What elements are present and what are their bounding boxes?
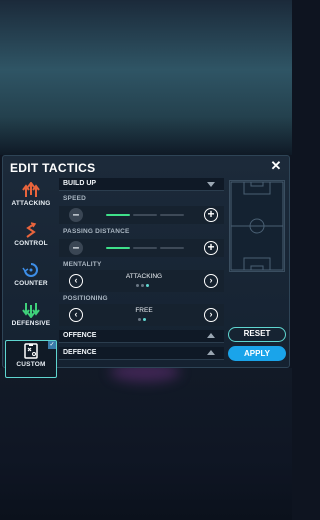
passing-distance-increase-button[interactable]: +: [204, 241, 218, 255]
selected-check-icon: ✓: [48, 341, 56, 349]
build-up-title: BUILD UP: [63, 180, 97, 187]
mentality-page-dot: [146, 284, 149, 287]
speed-level-segment: [160, 214, 184, 216]
defence-title: DEFENCE: [63, 349, 97, 356]
speed-row: – +: [59, 206, 224, 224]
counter-swirl-icon: [22, 263, 38, 277]
sidebar-item-custom[interactable]: ✓ CUSTOM: [5, 340, 57, 378]
sidebar-item-label: CUSTOM: [16, 361, 46, 368]
attacking-arrows-icon: [22, 182, 40, 197]
positioning-page-dot: [138, 318, 141, 321]
sidebar-item-label: ATTACKING: [11, 200, 51, 207]
passing-level-segment: [106, 247, 130, 249]
sidebar-item-defensive[interactable]: DEFENSIVE: [5, 300, 57, 338]
speed-increase-button[interactable]: +: [204, 208, 218, 222]
mentality-page-dot: [136, 284, 139, 287]
defence-section-header[interactable]: DEFENCE: [59, 347, 224, 360]
sidebar-item-label: COUNTER: [14, 280, 48, 287]
passing-distance-row: – +: [59, 239, 224, 257]
sidebar-item-control[interactable]: CONTROL: [5, 220, 57, 258]
background-bottom: [0, 368, 292, 520]
positioning-value: FREE: [135, 307, 153, 314]
positioning-prev-button[interactable]: ‹: [69, 308, 83, 322]
build-up-section-header[interactable]: BUILD UP: [59, 178, 224, 191]
apply-button[interactable]: APPLY: [228, 346, 286, 361]
pitch-diagram: [230, 181, 284, 271]
chevron-down-icon: [207, 182, 215, 187]
positioning-row: ‹ FREE ›: [59, 304, 224, 326]
passing-level-segment: [133, 247, 157, 249]
close-icon[interactable]: ✕: [269, 159, 283, 173]
mentality-label: MENTALITY: [63, 261, 102, 268]
custom-board-icon: [24, 343, 38, 359]
mentality-prev-button[interactable]: ‹: [69, 274, 83, 288]
pitch-preview: [229, 180, 285, 272]
mentality-next-button[interactable]: ›: [204, 274, 218, 288]
chevron-up-icon: [207, 333, 215, 338]
passing-level-segment: [160, 247, 184, 249]
passing-distance-decrease-button[interactable]: –: [69, 241, 83, 255]
speed-level-segment: [106, 214, 130, 216]
speed-level-segment: [133, 214, 157, 216]
reset-button[interactable]: RESET: [228, 327, 286, 342]
modal-title: EDIT TACTICS: [10, 161, 96, 175]
sidebar-item-counter[interactable]: COUNTER: [5, 260, 57, 298]
sidebar-item-label: CONTROL: [14, 240, 48, 247]
positioning-next-button[interactable]: ›: [204, 308, 218, 322]
offence-title: OFFENCE: [63, 332, 97, 339]
mentality-page-dot: [141, 284, 144, 287]
passing-distance-label: PASSING DISTANCE: [63, 228, 130, 235]
speed-decrease-button[interactable]: –: [69, 208, 83, 222]
positioning-label: POSITIONING: [63, 295, 108, 302]
background-top: [0, 0, 292, 155]
mentality-row: ‹ ATTACKING ›: [59, 270, 224, 292]
chevron-up-icon: [207, 350, 215, 355]
speed-label: SPEED: [63, 195, 87, 202]
positioning-page-dot: [143, 318, 146, 321]
sidebar-item-attacking[interactable]: ATTACKING: [5, 180, 57, 218]
sidebar-item-label: DEFENSIVE: [11, 320, 51, 327]
control-zigzag-icon: [26, 222, 37, 238]
mentality-value: ATTACKING: [125, 273, 163, 280]
offence-section-header[interactable]: OFFENCE: [59, 330, 224, 343]
edit-tactics-modal: EDIT TACTICS ✕ ATTACKING CONTROL COUNTER…: [2, 155, 290, 378]
defensive-arrows-icon: [22, 303, 40, 318]
